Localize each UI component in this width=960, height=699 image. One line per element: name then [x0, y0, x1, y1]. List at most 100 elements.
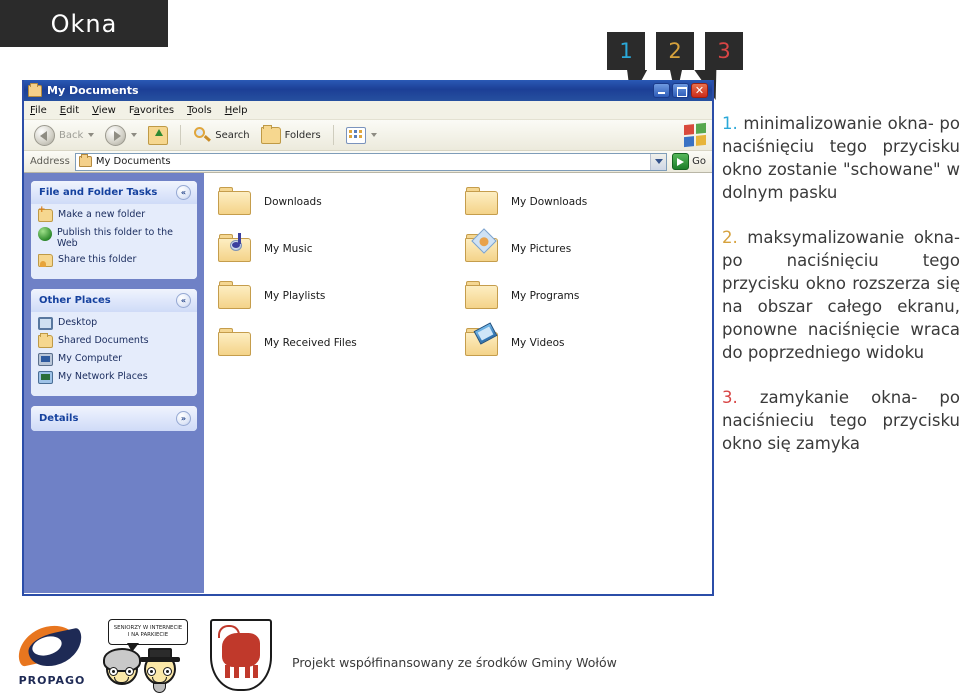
list-item-label: Share this folder [58, 254, 137, 265]
menu-item-file[interactable]: File [30, 105, 47, 116]
folder-label: My Playlists [264, 290, 326, 302]
project-funding-text: Projekt współfinansowany ze środków Gmin… [292, 655, 617, 670]
callout-badge-3: 3 [694, 32, 743, 100]
list-item[interactable]: Desktop [38, 317, 191, 330]
back-button[interactable]: Back [30, 123, 98, 148]
list-item[interactable]: My Computer [38, 353, 191, 366]
menu-item-edit[interactable]: Edit [60, 105, 79, 116]
folder-icon [465, 187, 501, 217]
panel-title: Other Places [39, 295, 111, 306]
back-arrow-icon [34, 124, 55, 146]
menu-item-tools[interactable]: Tools [187, 105, 212, 116]
wolow-coat-of-arms [210, 619, 272, 691]
address-bar: Address My Documents Go [24, 151, 712, 173]
callout-number-3: 3 [717, 38, 731, 63]
window-controls: ✕ [653, 83, 710, 98]
views-icon [345, 126, 366, 144]
folders-button[interactable]: Folders [257, 124, 325, 146]
menu-item-view[interactable]: View [92, 105, 116, 116]
folder-icon [38, 333, 53, 348]
folder-icon [28, 82, 42, 97]
folder-grid: Downloads My Downloads My Music My Pictu… [218, 187, 702, 358]
views-button[interactable] [342, 125, 381, 146]
callout-badge-1: 1 [607, 32, 648, 100]
folder-item-my-music[interactable]: My Music [218, 233, 455, 264]
folder-label: My Downloads [511, 196, 588, 208]
instruction-2: 2. maksymalizowanie okna- po naciśnięciu… [722, 226, 960, 364]
panel-body: Desktop Shared Documents My Computer My … [31, 312, 197, 396]
chevron-glyph: » [180, 413, 187, 423]
folder-icon [218, 328, 254, 358]
address-dropdown-button[interactable] [650, 153, 667, 170]
callout-number-1: 1 [619, 38, 633, 63]
folder-item-downloads[interactable]: Downloads [218, 187, 455, 217]
grandpa-face-icon [140, 647, 180, 693]
chevron-down-icon[interactable]: » [176, 411, 191, 426]
search-label: Search [215, 129, 250, 141]
list-item[interactable]: Publish this folder to the Web [38, 227, 191, 249]
folder-icon [218, 187, 254, 217]
window-titlebar[interactable]: My Documents ✕ [24, 80, 712, 101]
folder-label: My Pictures [511, 243, 572, 255]
chevron-up-icon[interactable]: « [176, 293, 191, 308]
forward-arrow-icon [105, 124, 127, 146]
panel-header[interactable]: Details » [31, 406, 197, 431]
pictures-folder-icon [465, 228, 501, 264]
folder-item-my-pictures[interactable]: My Pictures [465, 228, 702, 264]
chevron-down-icon[interactable] [370, 133, 377, 137]
instruction-number-3: 3. [722, 388, 738, 407]
desktop-icon [38, 317, 53, 330]
chevron-up-icon[interactable]: « [176, 185, 191, 200]
window-title: My Documents [47, 84, 139, 97]
minimize-button[interactable] [653, 83, 670, 98]
list-item-label: My Network Places [58, 371, 148, 382]
list-item[interactable]: Share this folder [38, 254, 191, 267]
menu-item-favorites[interactable]: Favorites [129, 105, 174, 116]
address-value: My Documents [95, 156, 171, 167]
back-label: Back [59, 129, 84, 141]
list-item-label: My Computer [58, 353, 123, 364]
granny-face-icon [102, 647, 142, 687]
up-one-level-button[interactable] [144, 124, 172, 147]
panel-header[interactable]: Other Places « [31, 289, 197, 312]
folder-item-my-videos[interactable]: My Videos [465, 322, 702, 358]
instruction-3: 3. zamykanie okna- po naciśnieciu tego p… [722, 386, 960, 455]
chevron-down-icon[interactable] [131, 133, 138, 137]
panel-title: Details [39, 413, 79, 424]
menu-item-help[interactable]: Help [225, 105, 248, 116]
go-arrow-icon [672, 153, 690, 170]
videos-folder-icon [465, 322, 501, 358]
folder-item-my-downloads[interactable]: My Downloads [465, 187, 702, 217]
panel-header[interactable]: File and Folder Tasks « [31, 181, 197, 204]
list-item-label: Desktop [58, 317, 98, 328]
maximize-button[interactable] [672, 83, 689, 98]
folder-label: My Videos [511, 337, 565, 349]
folder-list-pane: Downloads My Downloads My Music My Pictu… [204, 173, 712, 593]
list-item[interactable]: My Network Places [38, 371, 191, 384]
list-item-label: Shared Documents [58, 335, 149, 346]
task-sidebar: File and Folder Tasks « Make a new folde… [24, 173, 204, 593]
go-button[interactable]: Go [672, 153, 712, 170]
chevron-glyph: « [180, 187, 187, 197]
close-button[interactable]: ✕ [691, 83, 708, 98]
chevron-down-icon[interactable] [88, 133, 95, 137]
panel-title: File and Folder Tasks [39, 187, 158, 198]
seniorzy-line-1: SENIORZY W INTERNECIE [113, 625, 183, 631]
search-button[interactable]: Search [189, 124, 253, 146]
speech-bubble-icon: SENIORZY W INTERNECIE I NA PARKIECIE [108, 619, 188, 652]
toolbar: Back Search Folders [24, 120, 712, 151]
address-label: Address [30, 156, 70, 167]
list-item[interactable]: Shared Documents [38, 333, 191, 348]
callout-badge-2: 2 [656, 32, 694, 98]
folder-item-my-received-files[interactable]: My Received Files [218, 328, 455, 358]
footer: PROPAGO SENIORZY W INTERNECIE I NA PARKI… [0, 607, 960, 699]
forward-button[interactable] [101, 123, 141, 148]
list-item[interactable]: Make a new folder [38, 205, 191, 222]
globe-icon [38, 227, 52, 241]
propago-logo: PROPAGO [16, 620, 88, 687]
folder-item-my-playlists[interactable]: My Playlists [218, 281, 455, 311]
folder-icon [78, 154, 92, 167]
instruction-1: 1. minimalizowanie okna- po naciśnięciu … [722, 112, 960, 204]
folder-item-my-programs[interactable]: My Programs [465, 281, 702, 311]
address-input[interactable]: My Documents [74, 152, 668, 171]
